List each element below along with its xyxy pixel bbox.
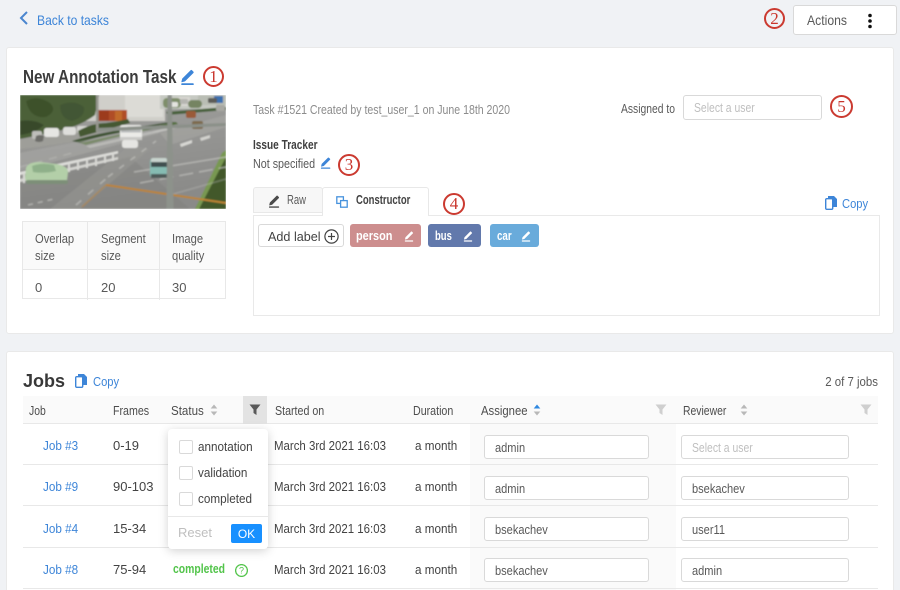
svg-text:?: ? <box>239 566 244 576</box>
